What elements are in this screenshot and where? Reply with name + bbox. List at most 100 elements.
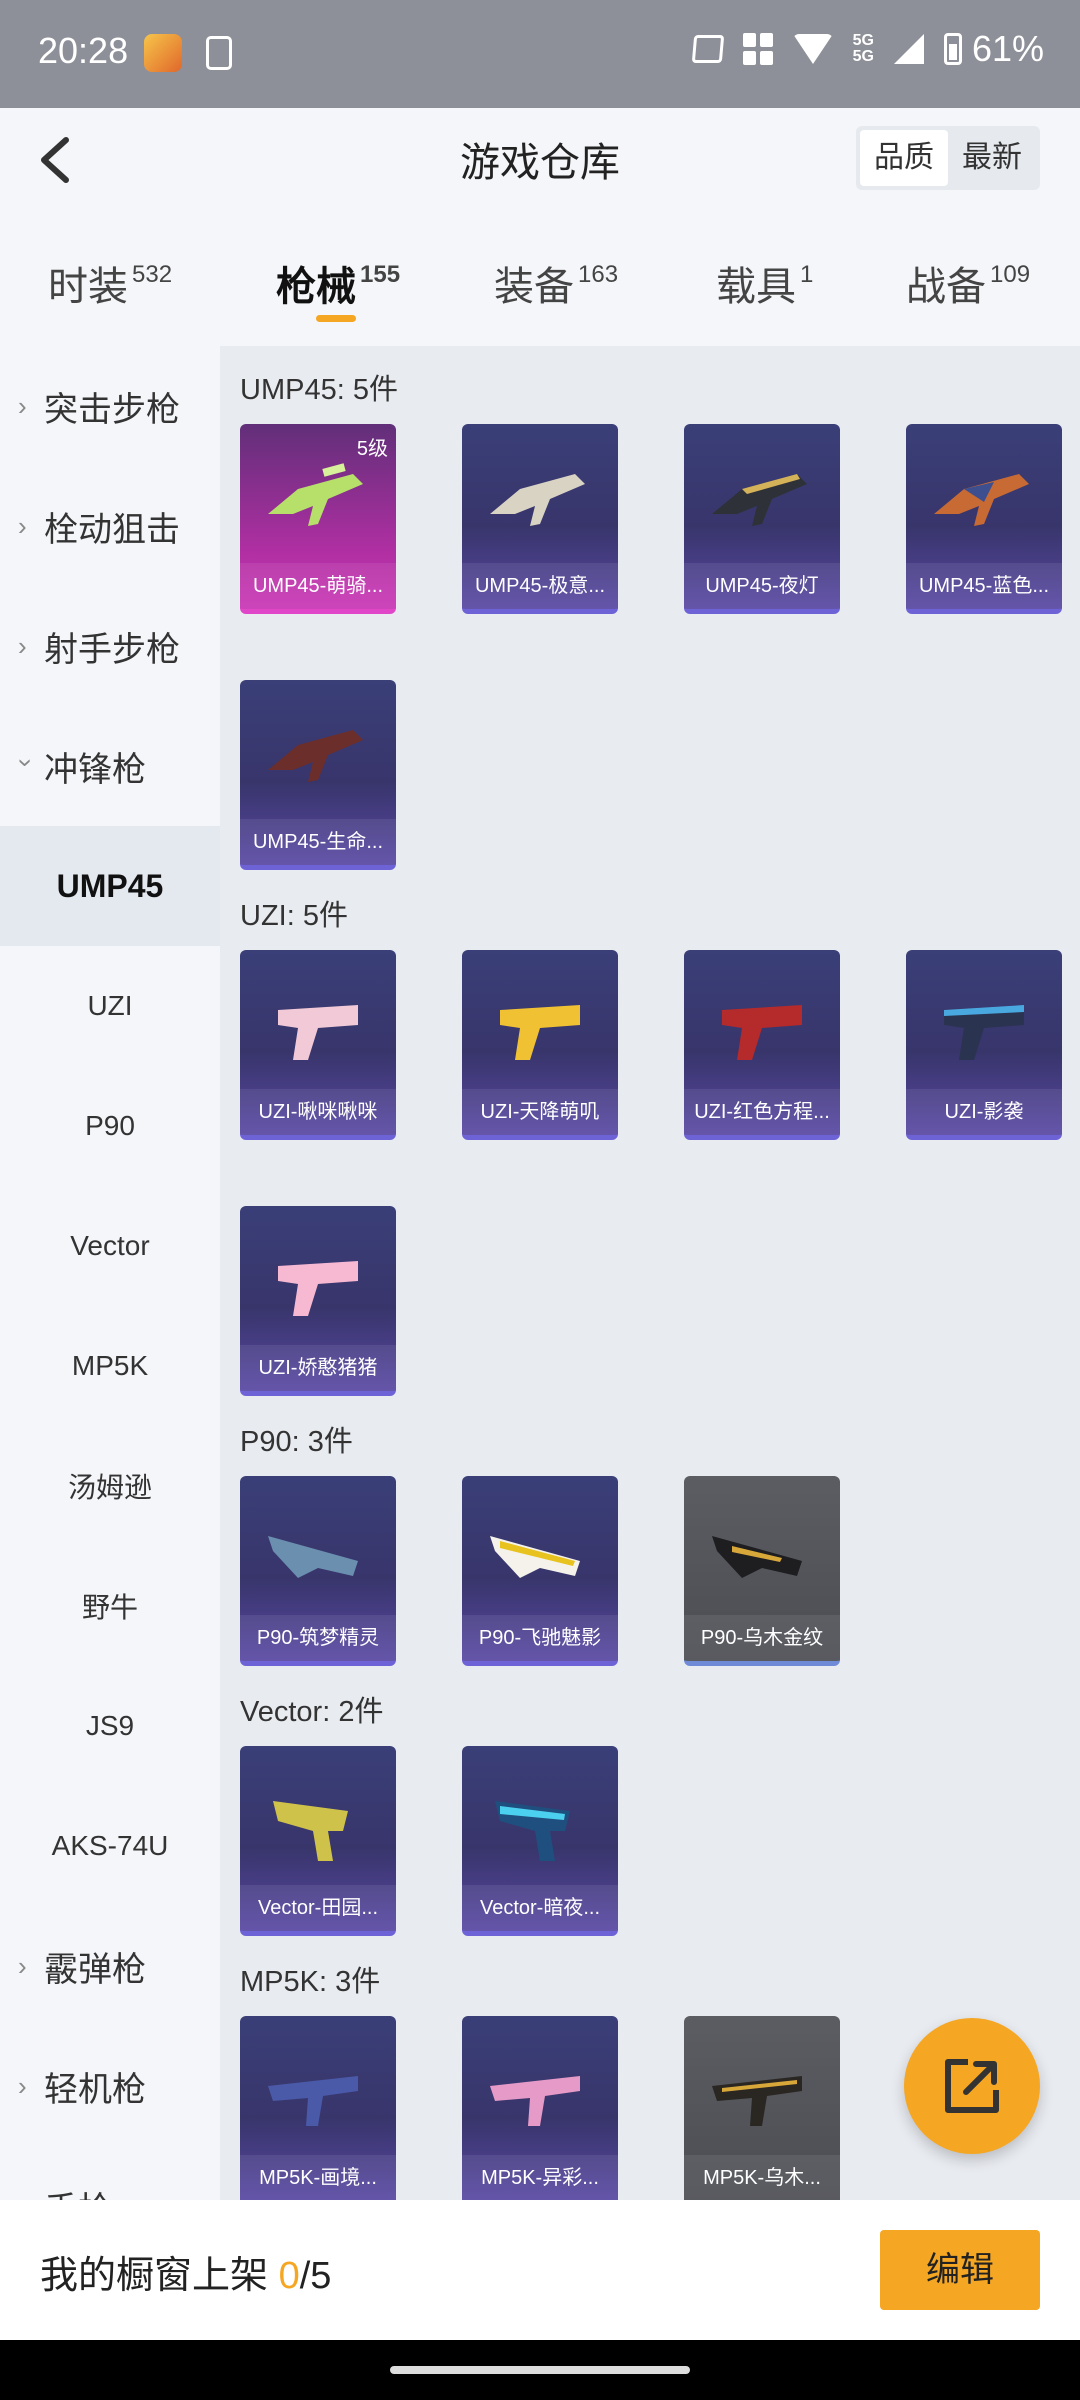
chevron-right-icon: › [18, 1950, 27, 1981]
item-name: UZI-啾咪啾咪 [240, 1089, 396, 1135]
item-card[interactable]: MP5K-乌木... [684, 2016, 840, 2200]
item-card[interactable]: Vector-田园... [240, 1746, 396, 1936]
item-card[interactable]: UZI-啾咪啾咪 [240, 950, 396, 1140]
item-name: MP5K-乌木... [684, 2155, 840, 2200]
item-card[interactable]: P90-飞驰魅影 [462, 1476, 618, 1666]
sidebar-item-pistols[interactable]: ›手枪 [0, 2146, 220, 2201]
sidebar-item-bolt-sniper[interactable]: › 栓动狙击 [0, 466, 220, 586]
battery-percent: 61% [971, 28, 1044, 69]
item-name: UMP45-生命... [240, 819, 396, 865]
gun-skin-icon [278, 1261, 358, 1316]
shelf-status: 我的橱窗上架 0/5 [40, 2255, 332, 2297]
item-card[interactable]: MP5K-异彩... [462, 2016, 618, 2200]
sidebar-sub-aks74u[interactable]: AKS-74U [0, 1786, 220, 1906]
gun-skin-icon [495, 1801, 570, 1861]
sidebar-sub-mp5k[interactable]: MP5K [0, 1306, 220, 1426]
chevron-right-icon: › [18, 2070, 27, 2101]
sidebar-item-lmg[interactable]: › 轻机枪 [0, 2026, 220, 2146]
item-card[interactable]: UMP45-生命... [240, 680, 396, 870]
sidebar-item-smg[interactable]: › 冲锋枪 [0, 706, 220, 826]
bottom-bar: 我的橱窗上架 0/5 编辑 [0, 2200, 1080, 2340]
tab-equipment[interactable]: 装备 163 [494, 254, 618, 312]
item-card[interactable]: UMP45-极意... [462, 424, 618, 614]
tab-guns[interactable]: 枪械 155 [276, 254, 400, 312]
gun-skin-icon [712, 474, 807, 526]
gun-skin-icon [268, 1536, 358, 1578]
item-name: Vector-暗夜... [462, 1885, 618, 1931]
sidebar-sub-ump45[interactable]: UMP45 [0, 826, 220, 946]
chevron-right-icon: › [18, 630, 27, 661]
item-card[interactable]: UZI-娇憨猪猪 [240, 1206, 396, 1396]
section-title-vector: Vector: 2件 [240, 1696, 384, 1728]
share-icon [945, 2059, 999, 2113]
item-card[interactable]: UMP45-夜灯 [684, 424, 840, 614]
item-card[interactable]: Vector-暗夜... [462, 1746, 618, 1936]
sort-quality-button[interactable]: 品质 [860, 130, 948, 186]
gun-skin-icon [268, 730, 363, 782]
sidebar-sub-thompson[interactable]: 汤姆逊 [0, 1426, 220, 1546]
gun-skin-icon [944, 1005, 1024, 1060]
sidebar-item-shotguns[interactable]: › 霰弹枪 [0, 1906, 220, 2026]
gun-skin-icon [490, 474, 585, 526]
gun-skin-icon [712, 2076, 802, 2126]
item-name: P90-筑梦精灵 [240, 1615, 396, 1661]
category-tabs: 时装 532 枪械 155 装备 163 载具 1 战备 109 [0, 238, 1080, 346]
sort-newest-button[interactable]: 最新 [948, 130, 1036, 186]
active-tab-indicator [316, 315, 356, 322]
section-title-mp5k: MP5K: 3件 [240, 1966, 381, 1998]
item-name: P90-飞驰魅影 [462, 1615, 618, 1661]
battery-icon [943, 33, 962, 65]
item-card[interactable]: 5级 UMP45-萌骑... [240, 424, 396, 614]
item-card[interactable]: UZI-红色方程... [684, 950, 840, 1140]
item-name: UMP45-极意... [462, 563, 618, 609]
section-title-uzi: UZI: 5件 [240, 900, 348, 932]
gun-skin-icon [278, 1005, 358, 1060]
status-bar: 20:28 5G 5G 61% [0, 0, 1080, 108]
tab-vehicles[interactable]: 载具 1 [716, 254, 813, 312]
share-button[interactable] [904, 2018, 1040, 2154]
item-card[interactable]: P90-乌木金纹 [684, 1476, 840, 1666]
item-name: UZI-天降萌叽 [462, 1089, 618, 1135]
gun-skin-icon [934, 474, 1029, 526]
sort-toggle: 品质 最新 [856, 126, 1040, 190]
sidebar-sub-p90[interactable]: P90 [0, 1066, 220, 1186]
gun-skin-icon [712, 1536, 802, 1578]
system-nav-bar [0, 2340, 1080, 2400]
mute-icon [691, 35, 724, 63]
signal-icon [893, 34, 924, 64]
item-name: UMP45-蓝色... [906, 563, 1062, 609]
item-name: Vector-田园... [240, 1885, 396, 1931]
item-name: MP5K-异彩... [462, 2155, 618, 2200]
item-name: MP5K-画境... [240, 2155, 396, 2200]
sidebar-item-marksman-rifles[interactable]: › 射手步枪 [0, 586, 220, 706]
item-card[interactable]: UZI-影袭 [906, 950, 1062, 1140]
chevron-right-icon: › [18, 510, 27, 541]
gun-skin-icon [490, 2076, 580, 2126]
item-card[interactable]: MP5K-画境... [240, 2016, 396, 2200]
header: 游戏仓库 品质 最新 [0, 108, 1080, 238]
item-card[interactable]: UZI-天降萌叽 [462, 950, 618, 1140]
edit-button[interactable]: 编辑 [880, 2230, 1040, 2310]
chevron-right-icon: › [18, 2191, 34, 2201]
sidebar-item-assault-rifles[interactable]: › 突击步枪 [0, 346, 220, 466]
home-gesture-handle[interactable] [390, 2366, 690, 2374]
gun-skin-icon [500, 1005, 580, 1060]
item-name: UMP45-夜灯 [684, 563, 840, 609]
sidebar-sub-uzi[interactable]: UZI [0, 946, 220, 1066]
item-name: UZI-影袭 [906, 1089, 1062, 1135]
sidebar-sub-bizon[interactable]: 野牛 [0, 1546, 220, 1666]
wifi-icon [792, 34, 833, 64]
tab-combat-gear[interactable]: 战备 109 [906, 254, 1030, 312]
sidebar: › 突击步枪 › 栓动狙击 › 射手步枪 › 冲锋枪 UMP45 UZI P90 Vec… [0, 346, 220, 2200]
sidebar-sub-js9[interactable]: JS9 [0, 1666, 220, 1786]
game-app-icon [144, 34, 182, 72]
gun-skin-icon [268, 2076, 358, 2126]
gun-skin-icon [722, 1005, 802, 1060]
gun-skin-icon [268, 463, 363, 526]
item-name: UMP45-萌骑... [240, 563, 396, 609]
phone-sync-icon [206, 36, 232, 70]
item-card[interactable]: UMP45-蓝色... [906, 424, 1062, 614]
tab-fashion[interactable]: 时装 532 [48, 254, 172, 312]
item-card[interactable]: P90-筑梦精灵 [240, 1476, 396, 1666]
sidebar-sub-vector[interactable]: Vector [0, 1186, 220, 1306]
